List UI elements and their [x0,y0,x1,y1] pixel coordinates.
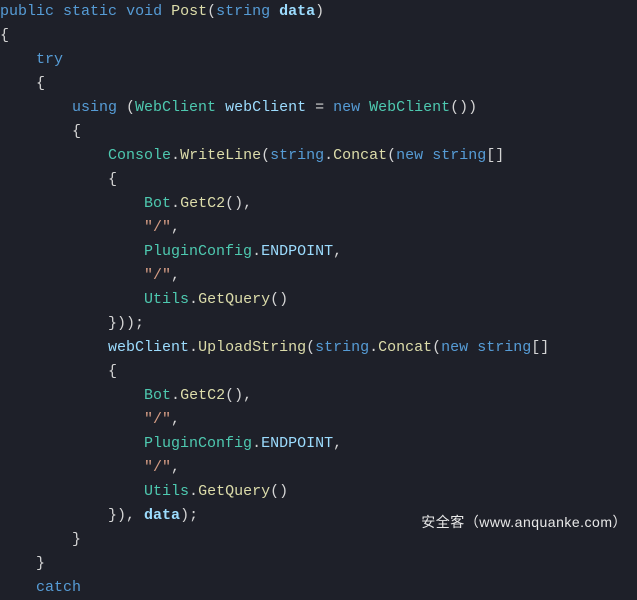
param-data-use: data [144,507,180,524]
param-data: data [279,3,315,20]
kw-void: void [126,3,162,20]
str-slash: "/" [144,267,171,284]
type-utils: Utils [144,483,189,500]
mth-getc2: GetC2 [180,387,225,404]
mth-uploadstring: UploadString [198,339,306,356]
type-utils: Utils [144,291,189,308]
brace: { [0,27,9,44]
kw-try: try [36,51,63,68]
kw-new: new [441,339,468,356]
kw-public: public [0,3,54,20]
var-webclient: webClient [108,339,189,356]
prop-endpoint: ENDPOINT [261,243,333,260]
fn-name: Post [171,3,207,20]
brace: { [72,123,81,140]
kw-new: new [396,147,423,164]
kw-catch: catch [36,579,81,596]
brace: { [108,171,117,188]
type-webclient: WebClient [369,99,450,116]
type-string: string [315,339,369,356]
mth-getquery: GetQuery [198,291,270,308]
type-console: Console [108,147,171,164]
watermark-brand: 安全客 [421,514,465,530]
watermark-url: www.anquanke.com [479,514,612,530]
type-bot: Bot [144,387,171,404]
type-string: string [270,147,324,164]
kw-new: new [333,99,360,116]
brace: } [72,531,81,548]
str-slash: "/" [144,411,171,428]
type-webclient: WebClient [135,99,216,116]
brace: } [36,555,45,572]
brace: { [108,363,117,380]
mth-getc2: GetC2 [180,195,225,212]
watermark: 安全客（www.anquanke.com） [421,511,627,533]
var-webclient: webClient [225,99,306,116]
kw-static: static [63,3,117,20]
mth-getquery: GetQuery [198,483,270,500]
type-string: string [432,147,486,164]
prop-endpoint: ENDPOINT [261,435,333,452]
type-pluginconfig: PluginConfig [144,243,252,260]
mth-concat: Concat [333,147,387,164]
brace: { [36,75,45,92]
type-bot: Bot [144,195,171,212]
type-string: string [477,339,531,356]
type-pluginconfig: PluginConfig [144,435,252,452]
kw-using: using [72,99,117,116]
brace: })) [108,315,135,332]
mth-writeline: WriteLine [180,147,261,164]
type-string: string [216,3,270,20]
brace: }), [108,507,144,524]
str-slash: "/" [144,459,171,476]
mth-concat: Concat [378,339,432,356]
str-slash: "/" [144,219,171,236]
